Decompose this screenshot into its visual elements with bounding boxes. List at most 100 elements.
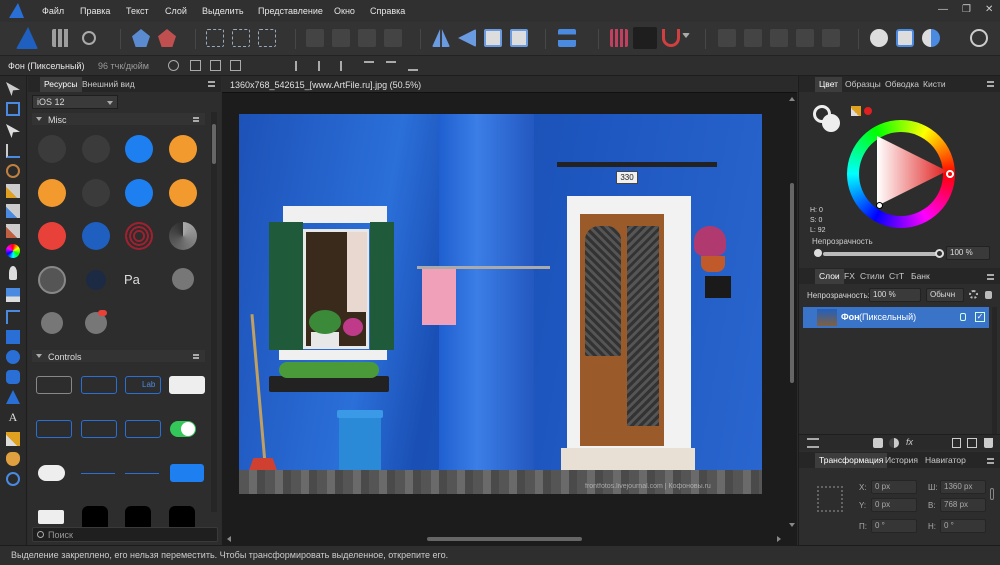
avatar-placeholder-icon[interactable] [38, 266, 66, 294]
search-input[interactable]: Поиск [32, 527, 218, 542]
arrange-3-icon[interactable] [358, 29, 376, 47]
boolean-3-icon[interactable] [770, 29, 788, 47]
tab-brushes[interactable]: Кисти [919, 77, 950, 92]
fuel-icon[interactable] [125, 135, 153, 163]
layer-opacity-field[interactable]: 100 % [869, 288, 921, 302]
tab-history[interactable]: История [881, 453, 922, 468]
snap-dropdown-icon[interactable] [682, 33, 690, 41]
layer-lock-icon[interactable] [985, 291, 992, 299]
shear-field[interactable]: 0 ° [940, 519, 986, 533]
hand-tool-icon[interactable] [6, 452, 20, 466]
align-top-icon[interactable] [364, 61, 374, 71]
layers-panel-menu-icon[interactable] [987, 274, 994, 280]
select-all-icon[interactable] [232, 29, 250, 47]
pixel-brush-icon[interactable] [6, 224, 20, 238]
menu-file[interactable]: Файл [42, 6, 64, 16]
x-field[interactable]: 0 px [871, 480, 917, 494]
assets-scrollbar[interactable] [211, 112, 217, 512]
menu-help[interactable]: Справка [370, 6, 405, 16]
fill-color-swatch[interactable] [822, 114, 840, 132]
flip-h-small-icon[interactable] [210, 60, 221, 71]
magnet-icon[interactable] [662, 29, 680, 47]
color-panel-menu-icon[interactable] [987, 81, 994, 87]
spinner-icon[interactable] [169, 222, 197, 250]
hue-ring-handle[interactable] [946, 170, 954, 178]
flag-icon[interactable] [169, 179, 197, 207]
arrange-2-icon[interactable] [332, 29, 350, 47]
control-line-2[interactable] [125, 473, 159, 474]
deselect-icon[interactable] [258, 29, 276, 47]
scroll-down-icon[interactable] [789, 523, 795, 527]
triangle-tool-icon[interactable] [6, 390, 20, 404]
volume-icon[interactable] [82, 179, 110, 207]
ellipse-tool-icon[interactable] [6, 350, 20, 364]
device-iphone-icon[interactable] [41, 312, 63, 334]
device-home-icon[interactable] [172, 268, 194, 290]
flip-v-small-icon[interactable] [230, 60, 241, 71]
link-dimensions-icon[interactable] [990, 488, 994, 500]
vertical-scrollbar[interactable] [787, 93, 797, 533]
scroll-right-icon[interactable] [777, 536, 781, 542]
preset-select[interactable]: iOS 12 [32, 95, 118, 109]
arrange-1-icon[interactable] [306, 29, 324, 47]
mask-icon[interactable] [873, 438, 883, 448]
tab-assets[interactable]: Ресурсы [40, 77, 82, 92]
section-controls-chevron-icon[interactable] [36, 354, 42, 358]
menu-window[interactable]: Окно [334, 6, 355, 16]
close-icon[interactable]: ✕ [985, 4, 993, 15]
tab-stroke[interactable]: Обводка [881, 77, 923, 92]
tab-swatches[interactable]: Образцы [841, 77, 885, 92]
horizontal-scroll-thumb[interactable] [427, 537, 582, 541]
panel-menu-icon[interactable] [208, 81, 215, 87]
move-tool-icon[interactable] [6, 82, 20, 96]
color-triangle-handle[interactable] [876, 202, 883, 209]
cutlery-icon[interactable] [38, 179, 66, 207]
adjustment-icon[interactable] [889, 438, 899, 448]
layers-scrollbar[interactable] [992, 307, 997, 437]
assistant-icon[interactable] [870, 29, 888, 47]
align-bottom-icon[interactable] [408, 61, 418, 71]
align-left-icon[interactable] [295, 61, 305, 71]
control-input-2[interactable] [81, 420, 117, 438]
pixel-grid-icon[interactable] [610, 29, 628, 47]
zoom-tool-icon[interactable] [6, 472, 20, 486]
current-color-dot[interactable] [864, 107, 872, 115]
control-label-field[interactable]: Lab [125, 376, 161, 394]
control-toggle-switch[interactable] [170, 421, 196, 437]
tab-styles[interactable]: Стили [856, 269, 889, 284]
group-layer-icon[interactable] [967, 438, 977, 448]
blend-mode-select[interactable]: Обычн [926, 288, 964, 302]
rotation-field[interactable]: 0 ° [871, 519, 917, 533]
scroll-up-icon[interactable] [789, 97, 795, 101]
control-textfield-dark[interactable] [36, 376, 72, 394]
artboard-tool-icon[interactable] [6, 102, 20, 116]
canvas-image[interactable]: 330 frontfotos.livejournal.com | Кофонов… [239, 114, 762, 494]
archive-icon[interactable] [82, 222, 110, 250]
control-doc-icon[interactable] [38, 510, 64, 524]
height-field[interactable]: 768 px [940, 498, 986, 512]
menu-view[interactable]: Представление [258, 6, 323, 16]
opacity-slider-handle[interactable] [935, 249, 944, 258]
section-controls-menu-icon[interactable] [193, 354, 199, 359]
snapping-icon[interactable] [633, 27, 657, 49]
control-textfield-blue[interactable] [81, 376, 117, 394]
align-center-icon[interactable] [318, 61, 328, 71]
layer-row[interactable]: Фон (Пиксельный) ✓ [803, 307, 989, 328]
maximize-icon[interactable]: ❐ [962, 4, 971, 15]
layer-settings-gear-icon[interactable] [969, 290, 978, 299]
scroll-left-icon[interactable] [227, 536, 231, 542]
layer-locked-icon[interactable] [960, 313, 966, 321]
eyedropper-icon[interactable] [851, 106, 861, 116]
text-tool-icon[interactable]: A [6, 410, 20, 424]
color-mode-icon[interactable] [922, 29, 940, 47]
color-opacity-field[interactable]: 100 % [946, 246, 990, 260]
cup-icon[interactable] [169, 135, 197, 163]
tab-stock[interactable]: Банк [907, 269, 934, 284]
arrange-4-icon[interactable] [384, 29, 402, 47]
align-middle-icon[interactable] [386, 61, 396, 71]
place-image-icon[interactable] [6, 288, 20, 302]
menu-edit[interactable]: Правка [80, 6, 110, 16]
boolean-4-icon[interactable] [796, 29, 814, 47]
radio-ring-icon[interactable] [82, 266, 110, 294]
vertical-scroll-thumb[interactable] [790, 183, 794, 383]
